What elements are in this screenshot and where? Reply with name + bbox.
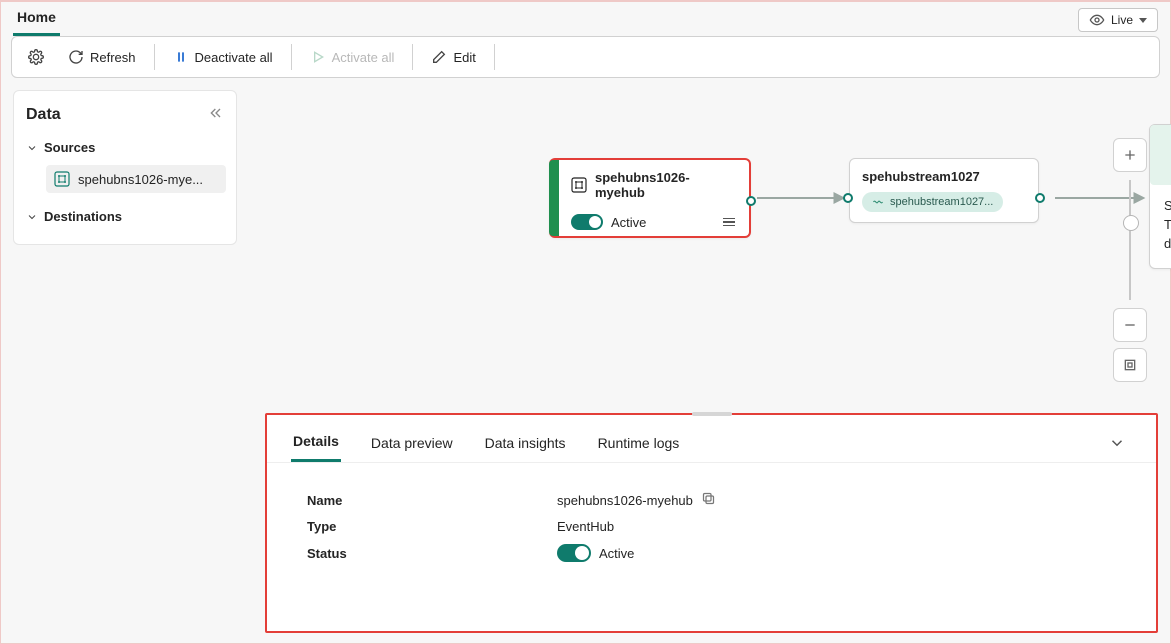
refresh-button[interactable]: Refresh: [58, 43, 146, 71]
input-port[interactable]: [843, 193, 853, 203]
edit-icon: [431, 49, 447, 65]
sources-label: Sources: [44, 140, 95, 155]
gear-icon: [28, 49, 44, 65]
separator: [154, 44, 155, 70]
separator: [494, 44, 495, 70]
tab-runtime-logs[interactable]: Runtime logs: [596, 429, 682, 461]
source-item[interactable]: spehubns1026-mye...: [46, 165, 226, 193]
data-panel-title: Data: [26, 106, 61, 124]
stream-node-title: spehubstream1027: [862, 169, 1026, 184]
node-destination-hint[interactable]: / Switch to edit mode to Transform event…: [1149, 124, 1171, 269]
detail-label-type: Type: [307, 519, 557, 534]
output-port[interactable]: [746, 196, 756, 206]
fit-icon: [1122, 357, 1138, 373]
live-label: Live: [1111, 13, 1133, 27]
detail-value-name: spehubns1026-myehub: [557, 493, 693, 508]
chevron-double-left-icon: [208, 105, 224, 121]
tab-details[interactable]: Details: [291, 427, 341, 462]
separator: [412, 44, 413, 70]
detail-label-name: Name: [307, 493, 557, 508]
edit-label: Edit: [453, 50, 475, 65]
stream-chip-label: spehubstream1027...: [890, 196, 993, 208]
destination-hint-text: Switch to edit mode to Transform event o…: [1164, 197, 1171, 254]
activate-all-button: Activate all: [300, 43, 405, 71]
edit-button[interactable]: Edit: [421, 43, 485, 71]
refresh-label: Refresh: [90, 50, 136, 65]
deactivate-all-button[interactable]: Deactivate all: [163, 43, 283, 71]
copy-icon: [701, 491, 716, 506]
data-panel: Data Sources spehubns1026-mye... Destina…: [13, 90, 237, 245]
zoom-slider[interactable]: [1129, 180, 1131, 300]
stream-icon: [872, 196, 884, 208]
source-active-toggle[interactable]: [571, 214, 603, 230]
fit-screen-button[interactable]: [1113, 348, 1147, 382]
collapse-details-button[interactable]: [1102, 430, 1132, 459]
collapse-panel-button[interactable]: [208, 105, 224, 124]
activate-all-label: Activate all: [332, 50, 395, 65]
node-menu-button[interactable]: [721, 216, 737, 229]
live-mode-dropdown[interactable]: Live: [1078, 8, 1158, 32]
zoom-control: [1112, 138, 1148, 382]
settings-button[interactable]: [18, 43, 54, 71]
source-status-label: Active: [611, 215, 646, 230]
status-strip: [549, 160, 559, 236]
tab-home[interactable]: Home: [13, 3, 60, 36]
status-toggle[interactable]: [557, 544, 591, 562]
details-panel: Details Data preview Data insights Runti…: [265, 413, 1158, 633]
chevron-down-icon: [1108, 434, 1126, 452]
detail-value-type: EventHub: [557, 519, 614, 534]
chevron-down-icon: [26, 142, 38, 154]
tree-group-sources[interactable]: Sources: [24, 134, 226, 161]
destinations-label: Destinations: [44, 209, 122, 224]
minus-icon: [1122, 317, 1138, 333]
stream-chip[interactable]: spehubstream1027...: [862, 192, 1003, 212]
chevron-down-icon: [26, 211, 38, 223]
source-item-label: spehubns1026-mye...: [78, 172, 203, 187]
eventhub-icon: [571, 177, 587, 193]
separator: [291, 44, 292, 70]
play-icon: [310, 49, 326, 65]
node-stream[interactable]: spehubstream1027 spehubstream1027...: [849, 158, 1039, 223]
copy-button[interactable]: [701, 491, 716, 509]
detail-value-status: Active: [599, 546, 634, 561]
chevron-down-icon: [1139, 18, 1147, 23]
eye-icon: [1089, 12, 1105, 28]
plus-icon: [1122, 147, 1138, 163]
output-port[interactable]: [1035, 193, 1045, 203]
detail-label-status: Status: [307, 546, 557, 561]
deactivate-all-label: Deactivate all: [195, 50, 273, 65]
node-source[interactable]: spehubns1026-myehub Active: [549, 158, 751, 238]
tree-group-destinations[interactable]: Destinations: [24, 203, 226, 230]
pause-icon: [173, 49, 189, 65]
zoom-in-button[interactable]: [1113, 138, 1147, 172]
tab-data-preview[interactable]: Data preview: [369, 429, 455, 461]
refresh-icon: [68, 49, 84, 65]
tab-data-insights[interactable]: Data insights: [483, 429, 568, 461]
resize-handle[interactable]: [692, 412, 732, 416]
toolbar: Refresh Deactivate all Activate all Edit: [11, 36, 1160, 78]
eventhub-icon: [54, 171, 70, 187]
zoom-out-button[interactable]: [1113, 308, 1147, 342]
source-node-title: spehubns1026-myehub: [595, 170, 737, 200]
